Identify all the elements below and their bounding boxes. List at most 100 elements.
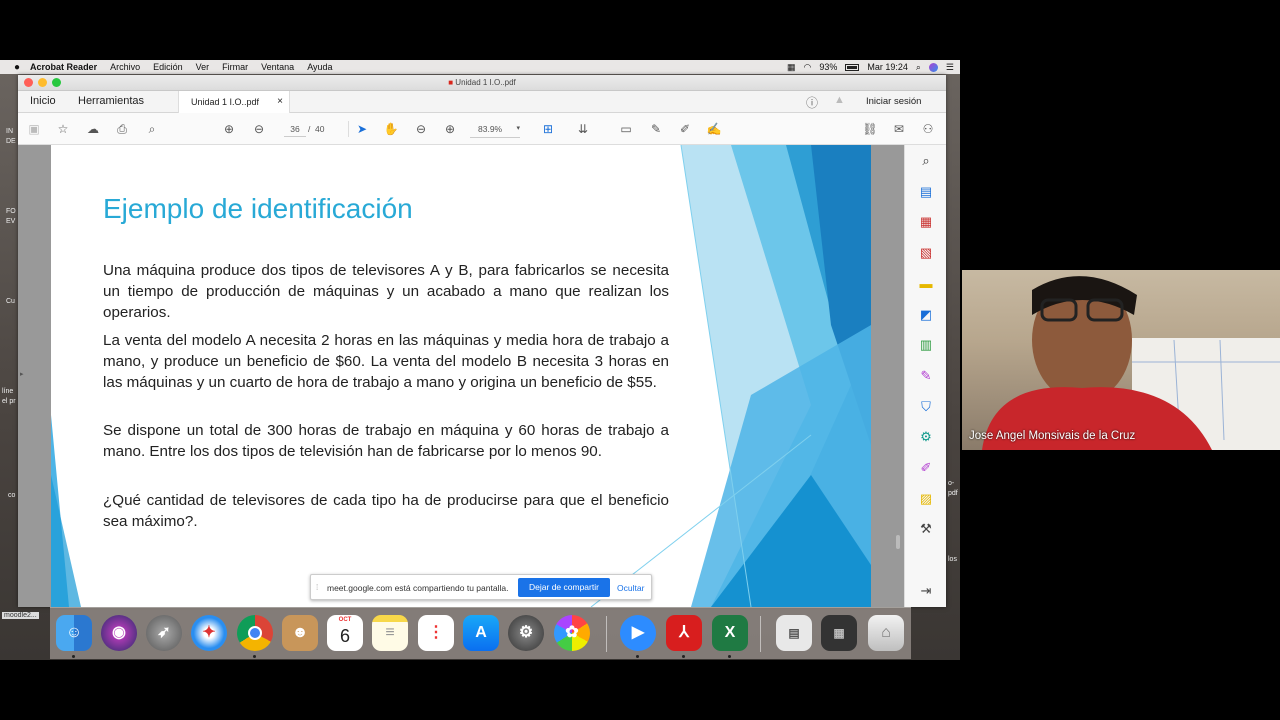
menu-ventana[interactable]: Ventana bbox=[261, 62, 294, 72]
battery-icon[interactable] bbox=[845, 63, 860, 71]
bookmark-star-icon[interactable]: ☆ bbox=[55, 121, 71, 137]
document-viewport[interactable]: Ejemplo de identificación Una máquina pr… bbox=[18, 145, 908, 607]
calendar-icon[interactable]: OCT 6 bbox=[327, 615, 363, 651]
battery-percent: 93% bbox=[819, 62, 838, 72]
zoom-level-select[interactable]: 83.9% ▾ bbox=[470, 121, 520, 138]
fill-sign-icon[interactable]: ✍ bbox=[706, 121, 722, 137]
dock-divider bbox=[606, 616, 607, 652]
siri-dock-icon[interactable]: ◉ bbox=[101, 615, 137, 651]
scroll-mode-icon[interactable]: ⇊ bbox=[575, 121, 591, 137]
slide-paragraph-1: Una máquina produce dos tipos de televis… bbox=[103, 262, 669, 321]
close-window-icon[interactable] bbox=[24, 78, 33, 87]
comment-icon[interactable]: ▭ bbox=[618, 121, 634, 137]
edit-pdf-icon[interactable]: ◩ bbox=[918, 307, 934, 323]
highlight-pen-icon[interactable]: ✎ bbox=[648, 121, 664, 137]
running-indicator bbox=[682, 655, 685, 658]
acrobat-tabbar: Inicio Herramientas Unidad 1 I.O..pdf × … bbox=[18, 91, 946, 113]
link-sign-icon[interactable]: ⛓ bbox=[862, 121, 878, 137]
menu-archivo[interactable]: Archivo bbox=[110, 62, 140, 72]
desktop-fragment: EV bbox=[6, 218, 16, 225]
select-cursor-icon[interactable]: ➤ bbox=[354, 121, 370, 137]
help-icon[interactable]: ⓘ bbox=[806, 94, 818, 111]
wifi-icon[interactable]: ◠ bbox=[803, 62, 811, 73]
downloads-stack-icon[interactable]: ▤ bbox=[776, 615, 812, 651]
vertical-scrollbar[interactable] bbox=[896, 535, 900, 549]
email-icon[interactable]: ✉ bbox=[891, 121, 907, 137]
documents-stack-icon[interactable]: ▦ bbox=[821, 615, 857, 651]
tab-herramientas[interactable]: Herramientas bbox=[78, 95, 144, 107]
notes-icon[interactable]: ≡ bbox=[372, 615, 408, 651]
photos-icon[interactable]: ✿ bbox=[554, 615, 590, 651]
hide-share-bar-button[interactable]: Ocultar bbox=[617, 583, 644, 593]
desktop-fragment: IN bbox=[6, 128, 13, 135]
page-number-input[interactable]: 36 bbox=[284, 121, 306, 137]
desktop-fragment: co bbox=[8, 492, 16, 499]
calendar-day: 6 bbox=[339, 626, 350, 646]
share-file-icon[interactable]: ▨ bbox=[918, 491, 934, 507]
create-pdf-icon[interactable]: ▤ bbox=[918, 184, 934, 200]
drag-handle-icon[interactable]: ⁞ bbox=[316, 583, 318, 592]
protect-shield-icon[interactable]: ⛉ bbox=[918, 399, 934, 415]
draw-icon[interactable]: ✐ bbox=[677, 121, 693, 137]
zoom-in-icon[interactable]: ⊕ bbox=[442, 121, 458, 137]
left-panel-toggle-icon[interactable]: ▸ bbox=[20, 370, 24, 378]
zoom-app-icon[interactable]: ▶ bbox=[620, 615, 656, 651]
send-signature-icon[interactable]: ✐ bbox=[918, 460, 934, 476]
menu-ayuda[interactable]: Ayuda bbox=[307, 62, 332, 72]
apple-icon[interactable]: ● bbox=[14, 62, 20, 73]
tab-document[interactable]: Unidad 1 I.O..pdf × bbox=[178, 91, 290, 113]
app-store-icon[interactable]: A bbox=[463, 615, 499, 651]
add-user-icon[interactable]: ⚇ bbox=[920, 121, 936, 137]
close-tab-icon[interactable]: × bbox=[277, 91, 283, 113]
signin-button[interactable]: Iniciar sesión bbox=[866, 96, 921, 107]
search-zoom-icon[interactable]: ⌕ bbox=[144, 121, 160, 137]
zoom-out-icon[interactable]: ⊖ bbox=[413, 121, 429, 137]
menu-edicion[interactable]: Edición bbox=[153, 62, 183, 72]
reminders-icon[interactable]: ⋮ bbox=[418, 615, 454, 651]
print-icon[interactable]: ⎙ bbox=[114, 121, 130, 137]
excel-icon[interactable]: X bbox=[712, 615, 748, 651]
finder-icon[interactable]: ☺ bbox=[56, 615, 92, 651]
menu-ver[interactable]: Ver bbox=[196, 62, 210, 72]
minimize-window-icon[interactable] bbox=[38, 78, 47, 87]
notification-center-icon[interactable]: ☰ bbox=[946, 62, 954, 73]
collapse-panel-icon[interactable]: ⇥ bbox=[918, 583, 934, 599]
notifications-bell-icon[interactable]: ▲ bbox=[834, 94, 845, 106]
siri-icon[interactable] bbox=[928, 62, 938, 72]
stop-sharing-button[interactable]: Dejar de compartir bbox=[518, 578, 610, 597]
zoom-search-icon[interactable]: ⌕ bbox=[918, 153, 934, 169]
tab-inicio[interactable]: Inicio bbox=[30, 95, 56, 107]
moodle-file-label[interactable]: moodle2... bbox=[2, 612, 39, 619]
safari-icon[interactable]: ✦ bbox=[191, 615, 227, 651]
contacts-icon[interactable]: ☻ bbox=[282, 615, 318, 651]
menu-app-name[interactable]: Acrobat Reader bbox=[30, 62, 97, 72]
acrobat-reader-icon[interactable]: ⅄ bbox=[666, 615, 702, 651]
participant-video-tile[interactable] bbox=[962, 270, 1280, 450]
page-layout-icon[interactable]: ⊞ bbox=[540, 121, 556, 137]
hand-tool-icon[interactable]: ✋ bbox=[383, 121, 399, 137]
keyboard-icon[interactable]: ▦ bbox=[787, 62, 796, 73]
zoom-window-icon[interactable] bbox=[52, 78, 61, 87]
chrome-icon[interactable] bbox=[237, 615, 273, 651]
running-indicator bbox=[253, 655, 256, 658]
next-page-icon[interactable]: ⊖ bbox=[251, 121, 267, 137]
save-icon[interactable]: ▣ bbox=[26, 121, 42, 137]
previous-page-icon[interactable]: ⊕ bbox=[221, 121, 237, 137]
running-indicator bbox=[72, 655, 75, 658]
scan-icon[interactable]: ▥ bbox=[918, 337, 934, 353]
spotlight-search-icon[interactable]: ⌕ bbox=[916, 62, 921, 73]
trash-icon[interactable]: ⌂ bbox=[868, 615, 904, 651]
menu-firmar[interactable]: Firmar bbox=[222, 62, 248, 72]
export-pdf-icon[interactable]: ▧ bbox=[918, 245, 934, 261]
compare-files-icon[interactable]: ⚙ bbox=[918, 429, 934, 445]
more-tools-icon[interactable]: ⚒ bbox=[918, 521, 934, 537]
upload-cloud-icon[interactable]: ☁ bbox=[85, 121, 101, 137]
system-preferences-icon[interactable]: ⚙ bbox=[508, 615, 544, 651]
zoom-level-value: 83.9% bbox=[478, 124, 503, 134]
calendar-month: OCT bbox=[338, 617, 352, 623]
comment-tool-icon[interactable]: ▬ bbox=[918, 276, 934, 292]
fill-sign-tool-icon[interactable]: ✎ bbox=[918, 368, 934, 384]
organize-pages-icon[interactable]: ▦ bbox=[918, 214, 934, 230]
menubar-clock[interactable]: Mar 19:24 bbox=[867, 62, 908, 72]
launchpad-icon[interactable]: ➶ bbox=[146, 615, 182, 651]
